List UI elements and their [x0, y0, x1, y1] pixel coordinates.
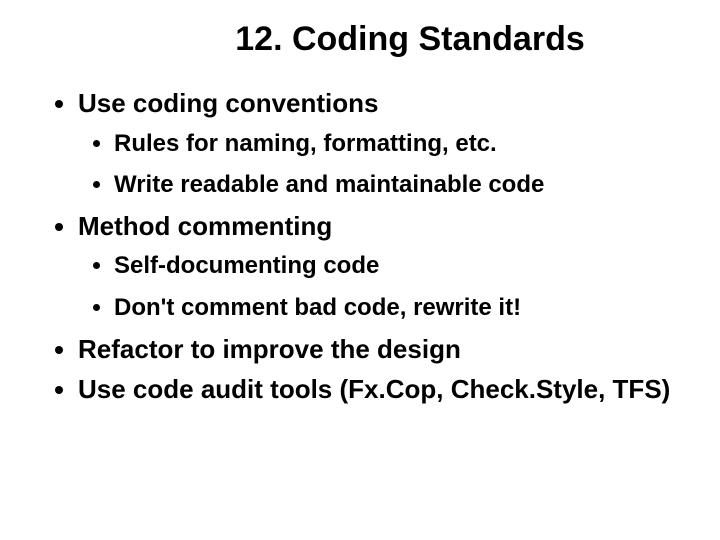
- list-item: Self-documenting code: [114, 250, 690, 281]
- bullet-text: Method commenting: [78, 211, 332, 241]
- bullet-text: Use coding conventions: [78, 88, 379, 118]
- slide-title: 12. Coding Standards: [130, 20, 690, 59]
- list-item: Use coding conventions Rules for naming,…: [78, 87, 690, 200]
- list-item: Refactor to improve the design: [78, 333, 690, 366]
- sub-bullet-list: Rules for naming, formatting, etc. Write…: [78, 128, 690, 200]
- sub-bullet-list: Self-documenting code Don't comment bad …: [78, 250, 690, 322]
- list-item: Use code audit tools (Fx.Cop, Check.Styl…: [78, 373, 690, 406]
- slide: 12. Coding Standards Use coding conventi…: [0, 0, 720, 540]
- list-item: Rules for naming, formatting, etc.: [114, 128, 690, 159]
- list-item: Write readable and maintainable code: [114, 169, 690, 200]
- bullet-list: Use coding conventions Rules for naming,…: [30, 87, 690, 406]
- list-item: Don't comment bad code, rewrite it!: [114, 292, 690, 323]
- list-item: Method commenting Self-documenting code …: [78, 210, 690, 323]
